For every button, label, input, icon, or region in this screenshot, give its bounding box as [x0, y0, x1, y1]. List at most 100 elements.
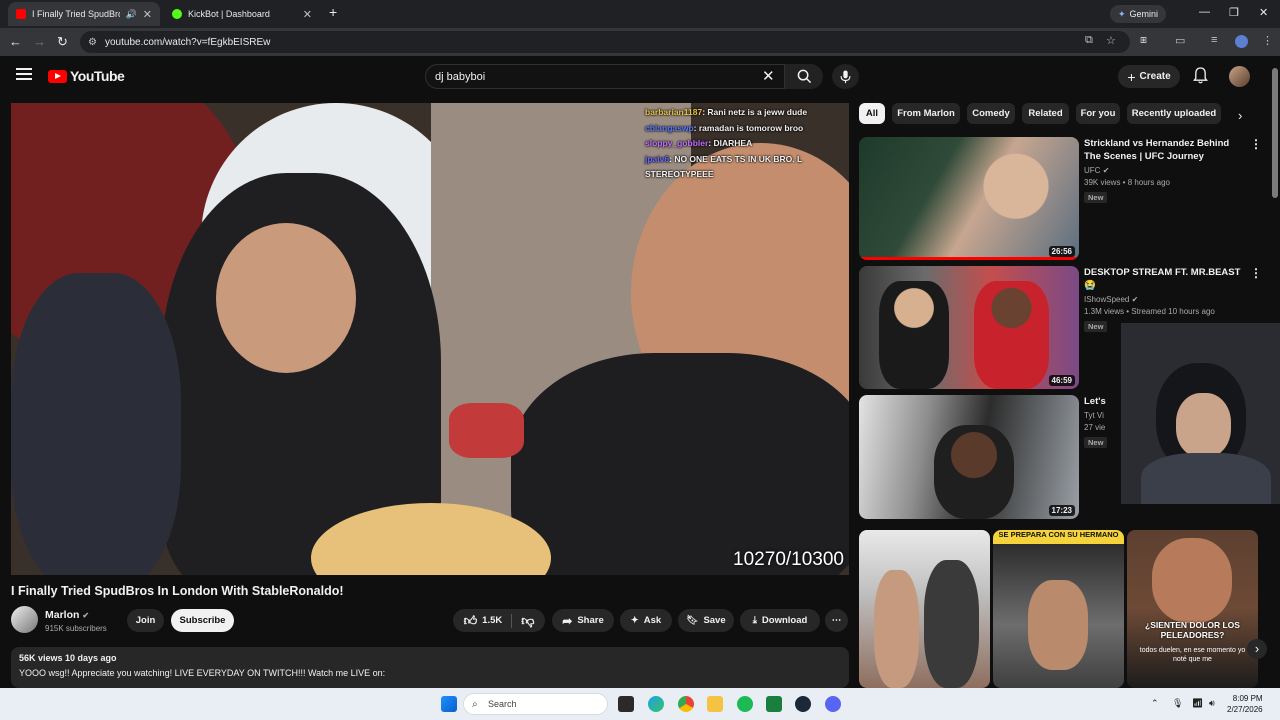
recommended-thumbnail[interactable]: 26:56 — [859, 137, 1079, 260]
download-button[interactable]: ⤓ Download — [740, 609, 820, 632]
system-clock[interactable]: 8:09 PM 2/27/2026 — [1227, 693, 1263, 715]
gemini-button[interactable]: ✦ Gemini — [1109, 5, 1166, 23]
like-button[interactable]: 👍︎ 1.5K — [464, 613, 503, 629]
save-button[interactable]: 🔖︎ Save — [678, 609, 734, 632]
like-count: 1.5K — [482, 615, 503, 626]
wifi-icon[interactable]: 📶︎ — [1192, 698, 1203, 709]
recommended-info: 1.3M views • Streamed 10 hours ago — [1084, 307, 1215, 316]
hamburger-menu-icon[interactable] — [16, 68, 32, 82]
profile-avatar[interactable] — [1235, 35, 1248, 48]
edge-browser-icon[interactable] — [648, 696, 664, 712]
channel-avatar[interactable] — [11, 606, 38, 633]
taskbar-search-placeholder: Search — [488, 699, 517, 709]
bookmark-star-icon[interactable]: ☆ — [1106, 34, 1116, 47]
thumbs-down-icon[interactable]: 👎︎ — [521, 613, 534, 629]
video-options-icon[interactable]: ⋮ — [1250, 266, 1262, 280]
youtube-logo[interactable]: YouTube — [48, 68, 125, 84]
microphone-tray-icon[interactable]: 🎙︎ — [1172, 698, 1183, 709]
chips-next-chevron-icon[interactable]: › — [1238, 108, 1242, 123]
recommended-thumbnail[interactable]: 17:23 — [859, 395, 1079, 519]
share-button[interactable]: ➦ Share — [552, 609, 614, 632]
split-view-icon[interactable]: ▭ — [1175, 34, 1185, 47]
description-box[interactable]: 56K views 10 days ago YOOO wsg!! Appreci… — [11, 647, 849, 688]
recommended-thumbnail[interactable]: 46:59 — [859, 266, 1079, 389]
page-scrollbar[interactable] — [1272, 68, 1278, 198]
volume-icon[interactable]: 🔊︎ — [1209, 698, 1215, 709]
new-badge: New — [1084, 192, 1108, 203]
taskbar-search-box[interactable]: ⌕ Search — [463, 693, 608, 715]
discord-icon[interactable] — [825, 696, 841, 712]
new-tab-button[interactable]: + — [329, 4, 337, 20]
recommended-channel: UFC — [1084, 166, 1101, 175]
chip-for-you[interactable]: For you — [1076, 103, 1120, 124]
chat-message: cblangaswp: ramadan is tomorow broo — [645, 122, 804, 133]
search-input[interactable]: dj babyboi — [425, 64, 785, 89]
download-label: Download — [761, 615, 808, 626]
speaker-icon[interactable]: 🔊 — [126, 9, 137, 20]
video-player[interactable]: barbarian1187: Rani netz is a jeww dude … — [11, 103, 849, 575]
watch-progress-bar — [859, 257, 1079, 260]
create-label: Create — [1139, 71, 1171, 82]
chat-message: jpaiv6: NO ONE EATS TS IN UK BRO. L STER… — [645, 153, 802, 180]
extensions-icon[interactable]: ⧆ — [1140, 34, 1147, 47]
task-view-icon[interactable] — [618, 696, 634, 712]
ask-button[interactable]: ✦ Ask — [620, 609, 672, 632]
short-thumbnail[interactable] — [859, 530, 990, 688]
omnibox[interactable]: ⚙ youtube.com/watch?v=fEgkbEISREw — [80, 31, 1130, 53]
chip-from-marlon[interactable]: From Marlon — [892, 103, 960, 124]
subscriber-count: 915K subscribers — [45, 624, 107, 633]
steam-icon[interactable] — [795, 696, 811, 712]
minimize-window-icon[interactable]: — — [1199, 6, 1210, 18]
chip-comedy[interactable]: Comedy — [967, 103, 1015, 124]
search-icon — [797, 69, 811, 84]
recommended-meta[interactable]: Let's Tyt Vi 27 vie New — [1084, 395, 1124, 450]
restore-window-icon[interactable]: ❐ — [1229, 6, 1239, 19]
short-thumbnail[interactable]: SE PREPARA CON SU HERMANO — [993, 530, 1124, 688]
show-hidden-icons-icon[interactable]: ⌃ — [1151, 698, 1159, 709]
browser-tab-strip: I Finally Tried SpudBros In L 🔊 ✕ KickBo… — [0, 0, 1280, 28]
site-info-icon[interactable]: ⚙ — [88, 37, 97, 48]
reload-icon[interactable]: ↻ — [57, 34, 68, 50]
chrome-browser-icon[interactable] — [678, 696, 694, 712]
close-tab-icon[interactable]: ✕ — [143, 8, 152, 21]
recommended-meta[interactable]: Strickland vs Hernandez Behind The Scene… — [1084, 137, 1244, 205]
chip-all[interactable]: All — [859, 103, 885, 124]
chip-recently-uploaded[interactable]: Recently uploaded — [1127, 103, 1221, 124]
close-tab-icon[interactable]: ✕ — [303, 8, 312, 21]
subscribe-button[interactable]: Subscribe — [171, 609, 234, 632]
media-controls-icon[interactable]: ≡ — [1211, 34, 1217, 46]
tab-kickbot-dashboard[interactable]: KickBot | Dashboard ✕ — [164, 2, 320, 26]
notifications-bell-icon[interactable] — [1193, 67, 1208, 89]
shorts-next-chevron-icon[interactable]: › — [1247, 639, 1267, 659]
tab-youtube-video[interactable]: I Finally Tried SpudBros In L 🔊 ✕ — [8, 2, 160, 26]
app-icon[interactable] — [766, 696, 782, 712]
account-avatar[interactable] — [1229, 66, 1250, 87]
views-and-date: 56K views 10 days ago — [19, 653, 117, 663]
recommended-title: Let's — [1084, 396, 1106, 407]
voice-search-button[interactable] — [832, 64, 859, 89]
more-actions-icon[interactable]: ⋯ — [825, 609, 848, 632]
back-icon[interactable]: ← — [9, 34, 22, 49]
file-explorer-icon[interactable] — [707, 696, 723, 712]
browser-menu-icon[interactable]: ⋮ — [1262, 34, 1273, 47]
video-options-icon[interactable]: ⋮ — [1250, 137, 1262, 151]
short-thumbnail[interactable]: ¿SIENTEN DOLOR LOS PELEADORES? todos due… — [1127, 530, 1258, 688]
spotify-icon[interactable] — [737, 696, 753, 712]
install-app-icon[interactable]: ⧉ — [1085, 34, 1093, 47]
ask-label: Ask — [643, 615, 662, 626]
recommended-channel: Tyt Vi — [1084, 411, 1104, 420]
windows-start-icon[interactable] — [441, 696, 457, 712]
youtube-page: YouTube dj babyboi ✕ + Create barbarian1… — [0, 56, 1280, 688]
video-duration: 17:23 — [1048, 505, 1075, 516]
channel-name-text: Marlon — [45, 609, 80, 621]
join-button[interactable]: Join — [127, 609, 164, 632]
search-button[interactable] — [785, 64, 823, 89]
chip-related[interactable]: Related — [1022, 103, 1069, 124]
url-text: youtube.com/watch?v=fEgkbEISREw — [105, 36, 271, 48]
channel-name[interactable]: Marlon ✔ — [45, 609, 89, 621]
clear-search-icon[interactable]: ✕ — [762, 67, 775, 85]
forward-icon[interactable]: → — [33, 34, 46, 49]
create-button[interactable]: + Create — [1118, 65, 1180, 88]
close-window-icon[interactable]: ✕ — [1259, 6, 1268, 19]
plus-icon: + — [1127, 68, 1136, 85]
